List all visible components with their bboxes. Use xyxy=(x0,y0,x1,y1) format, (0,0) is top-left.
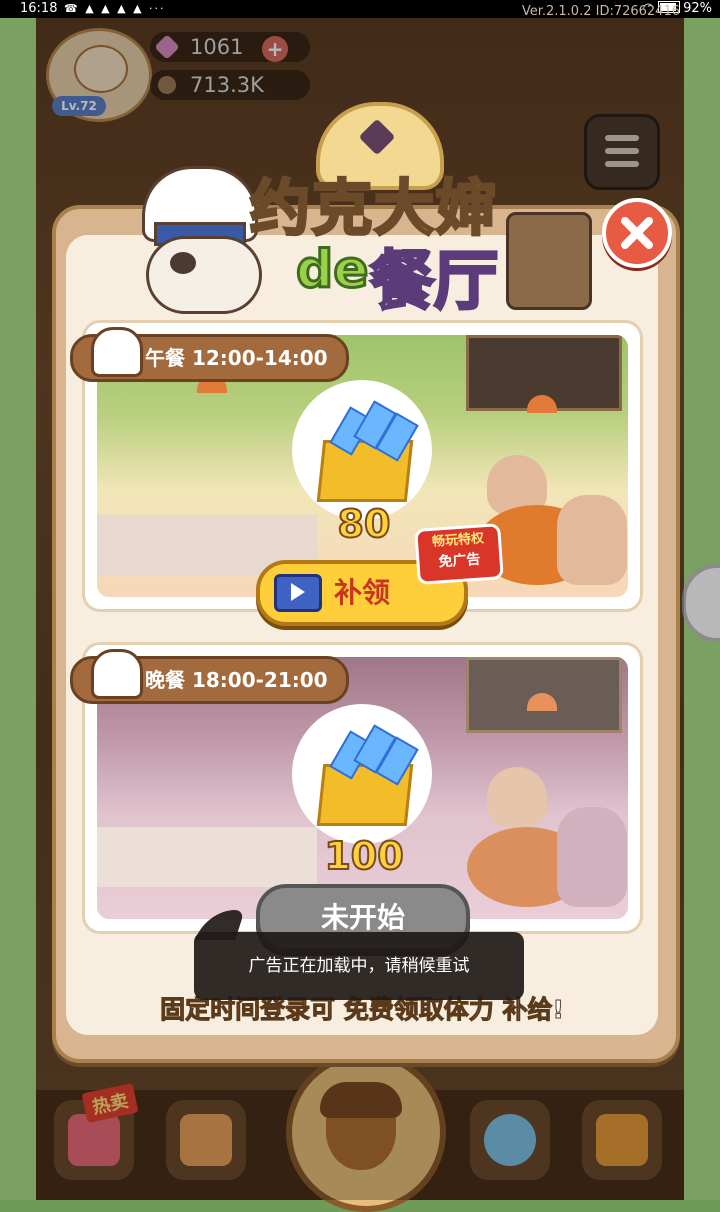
battery-level: 92% xyxy=(683,1,712,16)
round-table xyxy=(467,827,587,907)
reward-circle xyxy=(292,380,432,520)
cat-customer xyxy=(557,807,627,907)
cow-head xyxy=(146,236,262,314)
close-button[interactable] xyxy=(602,198,672,268)
lamp-icon xyxy=(527,693,557,711)
chef-hat-icon xyxy=(91,649,143,699)
cat-customer xyxy=(557,495,627,585)
no-ads-label: 免广告 xyxy=(437,551,481,571)
coffee-machine-icon xyxy=(506,212,592,310)
chef-hat-icon xyxy=(91,327,143,377)
status-time: 16:18 xyxy=(20,1,58,16)
version-id: Ver.2.1.0.2 ID:72662416 xyxy=(521,4,680,19)
popup-title-de: de xyxy=(295,239,370,302)
claim-label: 补领 xyxy=(334,576,391,609)
loading-toast: 广告正在加载中，请稍候重试 xyxy=(194,910,524,1000)
ad-free-badge: 畅玩特权 免广告 xyxy=(414,523,504,585)
cow-spot xyxy=(170,252,196,274)
dinner-reward-amount: 100 xyxy=(323,833,404,879)
dinner-time-label: 晚餐 18:00-21:00 xyxy=(70,649,349,704)
lunch-time-text: 午餐 12:00-14:00 xyxy=(145,346,328,370)
left-edge xyxy=(0,18,36,1200)
menu-board xyxy=(466,657,622,733)
cat-customer xyxy=(487,767,547,827)
lunch-time-label: 午餐 12:00-14:00 xyxy=(70,327,349,382)
heart-icon xyxy=(358,118,396,156)
video-ad-icon xyxy=(274,574,322,612)
toast-text: 广告正在加载中，请稍候重试 xyxy=(248,956,470,976)
reward-circle xyxy=(292,704,432,844)
notification-icons: ☎ ▲ ▲ ▲ ▲ ··· xyxy=(64,2,166,15)
dinner-time-text: 晚餐 18:00-21:00 xyxy=(145,668,328,692)
popup-title-restaurant: 餐厅 xyxy=(369,244,500,321)
